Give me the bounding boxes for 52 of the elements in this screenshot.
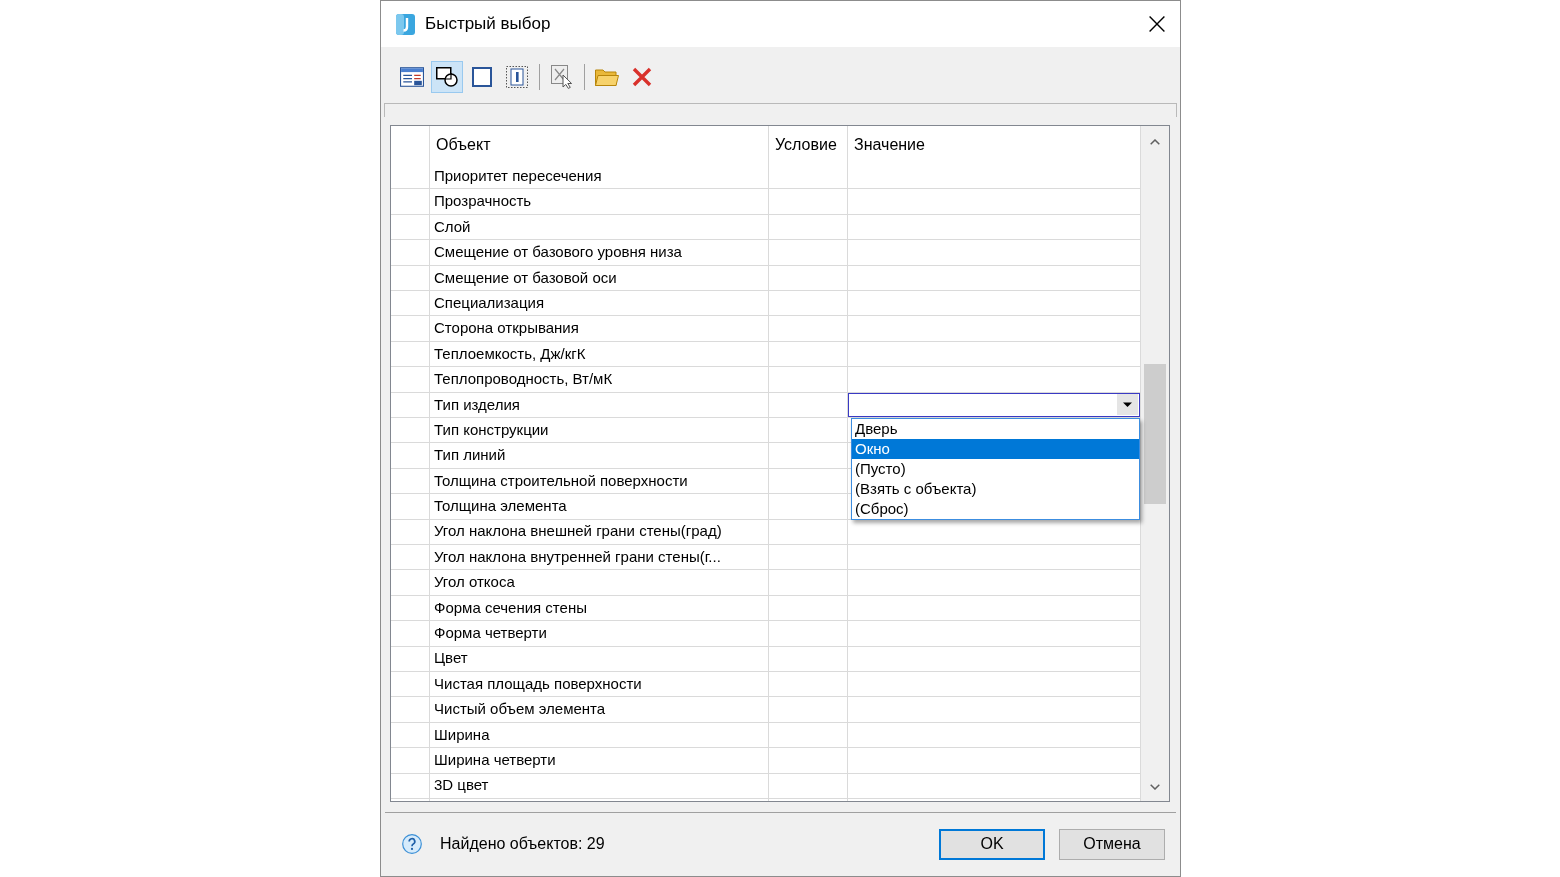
table-cell-text: Теплопроводность, Вт/мК [433, 369, 614, 390]
close-icon[interactable] [1149, 16, 1165, 32]
table-cell-text: Теплоемкость, Дж/кгК [433, 343, 587, 364]
ok-button[interactable]: OK [939, 828, 1045, 860]
overlapping-shapes-icon[interactable] [436, 67, 458, 87]
table-cell-text: Сторона открывания [433, 318, 580, 339]
square-icon[interactable] [472, 67, 492, 87]
scrollbar-thumb[interactable] [1144, 364, 1166, 504]
dropdown-option[interactable]: Дверь [852, 418, 1139, 439]
scroll-up-icon[interactable] [1150, 139, 1160, 145]
table-cell-text: Форма четверти [433, 623, 548, 644]
dropdown-option[interactable]: Окно [852, 438, 1139, 459]
table-cell-text: Тип изделия [433, 394, 521, 415]
table-cell-text: Приоритет пересечения [433, 166, 603, 186]
table-cell-text: Форма сечения стены [433, 597, 588, 618]
table-cell-text: Специализация [433, 292, 546, 313]
vertical-scrollbar[interactable] [1141, 126, 1169, 801]
table-cell-text: Толщина элемента [433, 496, 568, 517]
window-title: Быстрый выбор [425, 13, 551, 35]
dropdown-option[interactable]: (Сброс) [852, 498, 1139, 519]
table-cell-text: Цвет [433, 648, 469, 669]
help-icon[interactable] [402, 834, 422, 854]
list-window-icon[interactable] [400, 67, 424, 87]
column-header: Условие [774, 135, 838, 155]
column-header: Значение [853, 135, 926, 155]
table-cell-text: Смещение от базового уровня низа [433, 242, 683, 263]
table-cell-text: Чистый объем элемента [433, 699, 607, 720]
column-header: Объект [435, 135, 492, 155]
toolbar-button[interactable] [431, 61, 463, 93]
table-cell-text: Слой [433, 216, 472, 237]
table-cell-text: 3D цвет [433, 775, 490, 796]
table-cell-text: Ширина четверти [433, 750, 557, 770]
cancel-button[interactable]: Отмена [1059, 828, 1165, 860]
table-cell-text: Смещение от базовой оси [433, 267, 618, 288]
found-count-text: Найдено объектов: 29 [440, 834, 605, 854]
scroll-down-icon[interactable] [1150, 784, 1160, 790]
value-combobox[interactable] [848, 392, 1140, 417]
table-cell-text: Угол наклона внешней грани стены(град) [433, 521, 723, 542]
folder-icon[interactable] [595, 68, 619, 86]
table-cell-text: Чистая площадь поверхности [433, 673, 643, 694]
table-cell-text: Прозрачность [433, 191, 533, 212]
table-cell-text: Угол наклона внутренней грани стены(г... [433, 546, 722, 567]
dropdown-option[interactable]: (Взять с объекта) [852, 478, 1139, 499]
table-cell-text: Тип линий [433, 445, 507, 466]
dropdown-option[interactable]: (Пусто) [852, 458, 1139, 479]
delete-icon[interactable] [632, 67, 652, 87]
table-cell-text: Угол откоса [433, 572, 516, 593]
table-cell-text: Ширина [433, 724, 491, 745]
caret-down-icon[interactable] [1117, 394, 1138, 416]
app-icon [396, 13, 415, 35]
table-cell-text: Толщина строительной поверхности [433, 470, 689, 491]
table-cell-text: Тип конструкции [433, 419, 550, 440]
